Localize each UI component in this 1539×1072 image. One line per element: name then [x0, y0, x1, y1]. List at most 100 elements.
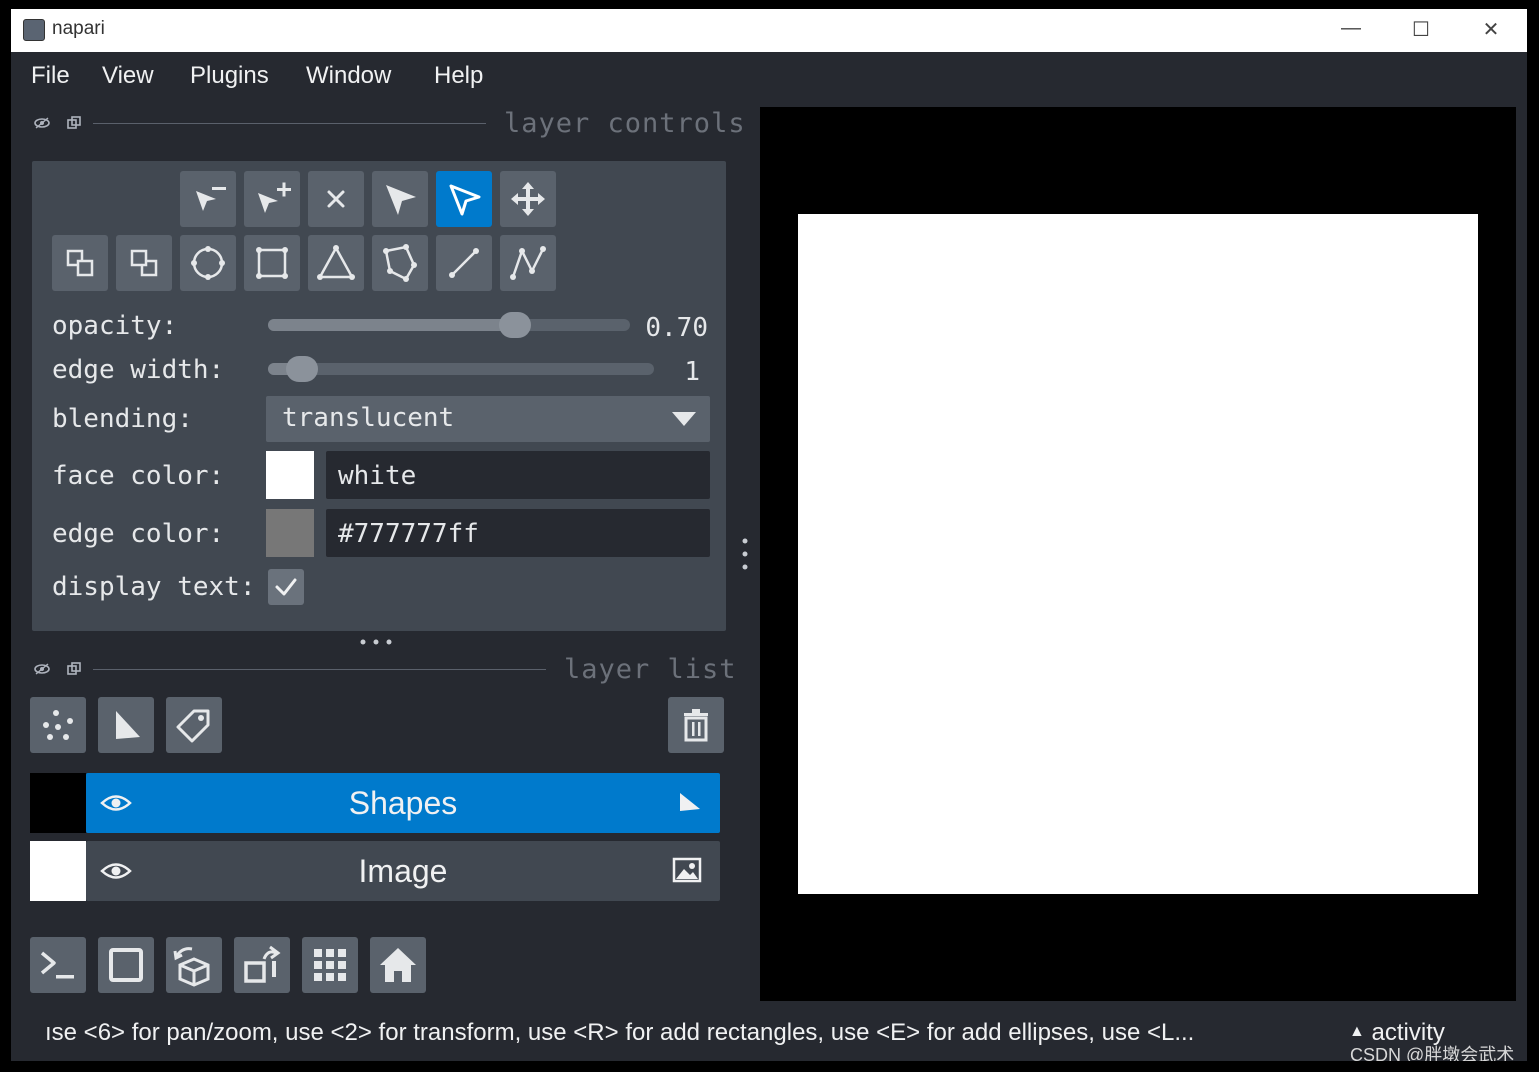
- edge-width-slider[interactable]: [268, 356, 654, 382]
- viewer-canvas[interactable]: [760, 107, 1516, 1001]
- select-vertex-plus-icon: [258, 182, 291, 213]
- ellipse-icon: [191, 246, 225, 280]
- ndisplay-toggle-button[interactable]: [98, 937, 154, 993]
- add-polygon-button[interactable]: [372, 235, 428, 291]
- opacity-slider[interactable]: [268, 312, 630, 338]
- grid-icon: [314, 949, 346, 981]
- new-points-layer-button[interactable]: [30, 697, 86, 753]
- move-back-button[interactable]: [116, 235, 172, 291]
- close-button[interactable]: ✕: [1471, 17, 1511, 45]
- watermark-text: CSDN @胖墩会武术: [1350, 1045, 1515, 1061]
- move-front-icon: [66, 249, 94, 277]
- layer-thumbnail: [30, 841, 86, 901]
- napari-window: napari — ☐ ✕ File View Plugins Window He…: [11, 9, 1527, 1061]
- layer-controls-title: layer controls: [504, 108, 746, 139]
- edge-color-input[interactable]: #777777ff: [326, 509, 710, 557]
- image-layer-render: [798, 214, 1478, 894]
- face-color-input[interactable]: white: [326, 451, 710, 499]
- delete-layer-button[interactable]: [668, 697, 724, 753]
- new-shapes-layer-button[interactable]: [98, 697, 154, 753]
- opacity-slider-fill: [268, 319, 515, 331]
- square-icon: [109, 948, 143, 982]
- rotate-cube-icon: [173, 947, 210, 987]
- triangle-icon: [317, 245, 355, 280]
- face-color-swatch[interactable]: [266, 451, 314, 499]
- transpose-icon: [244, 945, 281, 983]
- grid-view-button[interactable]: [302, 937, 358, 993]
- dock-divider: [93, 123, 486, 124]
- terminal-icon: [40, 951, 74, 979]
- add-rectangle-button[interactable]: [244, 235, 300, 291]
- dock-visibility-icon[interactable]: [33, 662, 51, 676]
- shapes-icon: [680, 793, 700, 811]
- layer-item[interactable]: Image: [86, 841, 720, 901]
- select-shape-button[interactable]: [436, 171, 492, 227]
- minimize-button[interactable]: —: [1331, 17, 1371, 45]
- display-text-checkbox[interactable]: [268, 569, 304, 605]
- blending-dropdown[interactable]: translucent: [266, 396, 710, 442]
- direct-select-button[interactable]: [372, 171, 428, 227]
- dropdown-arrow-icon: [672, 412, 696, 426]
- image-icon: [672, 857, 702, 883]
- edge-width-value: 1: [684, 357, 700, 387]
- roll-dimensions-button[interactable]: [166, 937, 222, 993]
- dock-float-icon[interactable]: [65, 116, 83, 130]
- add-path-button[interactable]: [500, 235, 556, 291]
- transpose-dimensions-button[interactable]: [234, 937, 290, 993]
- delete-shape-button[interactable]: [308, 171, 364, 227]
- pan-zoom-button[interactable]: [500, 171, 556, 227]
- caret-up-icon: ▲: [1349, 1023, 1365, 1040]
- trash-icon: [684, 709, 708, 742]
- home-icon: [380, 948, 416, 982]
- rectangle-icon: [256, 247, 288, 279]
- layer-thumbnail: [30, 773, 86, 833]
- edge-width-slider-handle[interactable]: [285, 356, 318, 382]
- face-color-label: face color:: [52, 461, 225, 491]
- layer-name: Image: [358, 853, 448, 889]
- x-icon: [327, 190, 345, 208]
- panel-splitter-handle[interactable]: [358, 638, 394, 646]
- select-vertex-minus-icon: [196, 187, 226, 211]
- delete-vertex-button[interactable]: [180, 171, 236, 227]
- reset-view-button[interactable]: [370, 937, 426, 993]
- dock-divider: [93, 669, 546, 670]
- add-line-button[interactable]: [436, 235, 492, 291]
- dock-splitter-handle[interactable]: [741, 537, 749, 571]
- title-bar: napari — ☐ ✕: [11, 9, 1527, 52]
- move-back-icon: [130, 249, 158, 277]
- opacity-value: 0.70: [645, 313, 708, 343]
- menu-help[interactable]: Help: [434, 62, 483, 90]
- window-title: napari: [52, 18, 105, 39]
- add-triangle-button[interactable]: [308, 235, 364, 291]
- menu-window[interactable]: Window: [306, 62, 391, 90]
- layer-item[interactable]: Shapes: [86, 773, 720, 833]
- add-vertex-button[interactable]: [244, 171, 300, 227]
- layer-row-shapes[interactable]: Shapes: [30, 773, 720, 833]
- dock-visibility-icon[interactable]: [33, 116, 51, 130]
- opacity-label: opacity:: [52, 311, 178, 341]
- layer-name: Shapes: [348, 785, 458, 821]
- opacity-slider-handle[interactable]: [499, 312, 531, 338]
- move-icon: [511, 182, 545, 216]
- edge-color-label: edge color:: [52, 519, 225, 549]
- move-front-button[interactable]: [52, 235, 108, 291]
- shapes-icon: [116, 711, 140, 739]
- menu-view[interactable]: View: [102, 62, 154, 90]
- layer-controls-panel: opacity: 0.70 edge width: 1 blending: tr…: [32, 161, 726, 631]
- edge-color-swatch[interactable]: [266, 509, 314, 557]
- label-tag-icon: [176, 709, 210, 743]
- add-ellipse-button[interactable]: [180, 235, 236, 291]
- edge-width-label: edge width:: [52, 355, 225, 385]
- console-button[interactable]: [30, 937, 86, 993]
- menu-file[interactable]: File: [31, 62, 70, 90]
- display-text-label: display text:: [52, 572, 256, 602]
- line-icon: [449, 248, 479, 278]
- dock-float-icon[interactable]: [65, 662, 83, 676]
- layer-row-image[interactable]: Image: [30, 841, 720, 901]
- points-icon: [43, 710, 73, 740]
- status-message: ıse <6> for pan/zoom, use <2> for transf…: [45, 1019, 1195, 1046]
- new-labels-layer-button[interactable]: [166, 697, 222, 753]
- blending-value: translucent: [282, 403, 455, 433]
- menu-plugins[interactable]: Plugins: [190, 62, 269, 90]
- maximize-button[interactable]: ☐: [1401, 17, 1441, 45]
